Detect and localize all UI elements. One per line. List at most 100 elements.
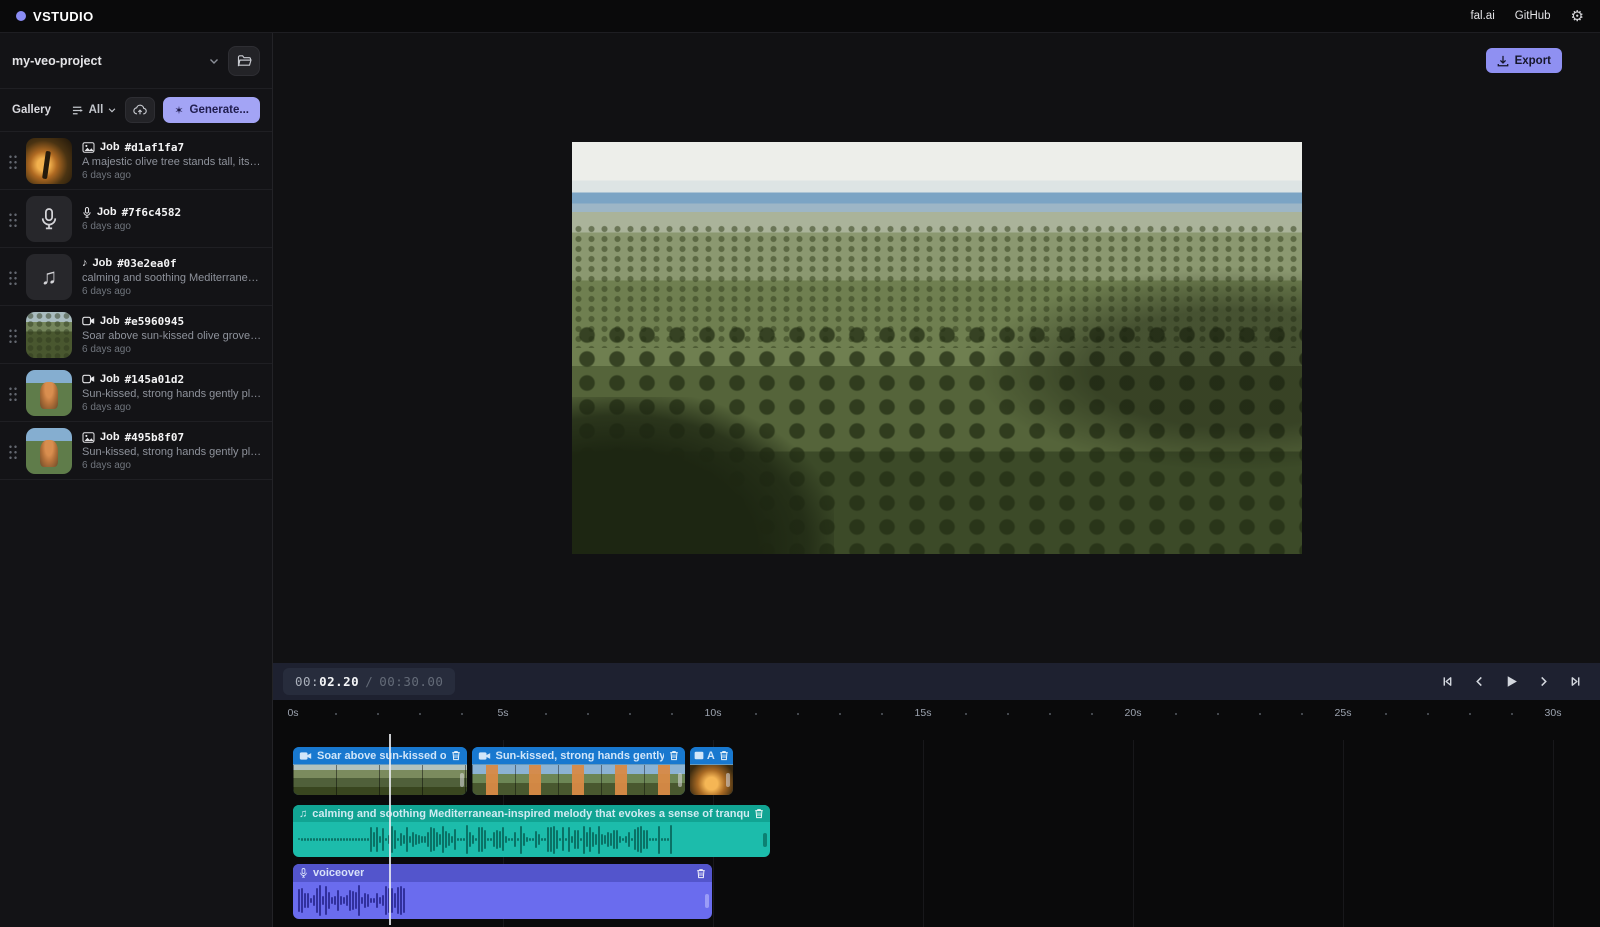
job-description: calming and soothing Mediterranean-… (82, 272, 264, 284)
cloud-upload-icon (133, 104, 147, 116)
job-list: Job #d1af1fa7 A majestic olive tree stan… (0, 131, 272, 480)
sidebar: my-veo-project Gallery All ✶ Generate... (0, 33, 273, 927)
ruler-label: 20s (1125, 707, 1142, 719)
ruler-tick (1175, 713, 1177, 715)
drag-handle-icon[interactable] (0, 327, 26, 343)
video-camera-icon (299, 751, 312, 761)
trash-icon (696, 868, 706, 879)
image-icon (82, 432, 95, 443)
job-timestamp: 6 days ago (82, 402, 264, 413)
step-forward-button[interactable] (1532, 671, 1554, 693)
job-list-item[interactable]: Job #7f6c4582 6 days ago (0, 190, 272, 248)
current-time: 02.20 (319, 674, 359, 689)
settings-gear-icon[interactable]: ⚙ (1571, 9, 1584, 24)
job-thumbnail (26, 196, 72, 242)
job-list-item[interactable]: ♫ ♪ Job #03e2ea0f calming and soothing M… (0, 248, 272, 306)
drag-handle-icon[interactable] (0, 211, 26, 227)
clip-resize-handle[interactable] (460, 773, 464, 787)
ruler-tick (1301, 713, 1303, 715)
timeline-clip-image[interactable]: A (690, 747, 733, 795)
skip-to-start-button[interactable] (1436, 671, 1458, 693)
project-name: my-veo-project (12, 54, 200, 68)
music-note-icon: ♫ (299, 808, 307, 820)
upload-button[interactable] (125, 97, 155, 123)
clip-resize-handle[interactable] (726, 773, 730, 787)
ruler-tick (1469, 713, 1471, 715)
clip-resize-handle[interactable] (705, 894, 709, 908)
ruler-tick (629, 713, 631, 715)
ruler-tick (671, 713, 673, 715)
skip-to-end-button[interactable] (1564, 671, 1586, 693)
ruler-tick (797, 713, 799, 715)
timeline-ruler[interactable]: 0s5s10s15s20s25s30s (273, 700, 1600, 740)
chevron-down-icon (107, 105, 117, 115)
job-description: A majestic olive tree stands tall, its… (82, 156, 261, 168)
waveform (293, 822, 770, 857)
step-back-button[interactable] (1468, 671, 1490, 693)
ruler-label: 0s (287, 707, 298, 719)
filmstrip (293, 765, 467, 795)
ruler-tick (1049, 713, 1051, 715)
job-timestamp: 6 days ago (82, 221, 181, 232)
drag-handle-icon[interactable] (0, 153, 26, 169)
ruler-tick (377, 713, 379, 715)
time-display: 00:02.20/00:30.00 (283, 668, 455, 695)
job-timestamp: 6 days ago (82, 170, 261, 181)
sparkle-icon: ✶ (174, 104, 183, 117)
delete-clip-button[interactable] (669, 750, 679, 761)
ruler-label: 5s (497, 707, 508, 719)
ruler-tick (881, 713, 883, 715)
top-bar: VSTUDIO fal.ai GitHub ⚙ (0, 0, 1600, 33)
clip-resize-handle[interactable] (678, 773, 682, 787)
timeline-toolbar: 00:02.20/00:30.00 (273, 663, 1600, 700)
link-fal-ai[interactable]: fal.ai (1470, 10, 1494, 22)
microphone-icon (39, 207, 59, 231)
job-timestamp: 6 days ago (82, 286, 264, 297)
gallery-filter-select[interactable]: All (72, 104, 118, 116)
ruler-label: 10s (705, 707, 722, 719)
ruler-tick (839, 713, 841, 715)
ruler-tick (419, 713, 421, 715)
ruler-tick (335, 713, 337, 715)
drag-handle-icon[interactable] (0, 443, 26, 459)
ruler-tick (1007, 713, 1009, 715)
open-project-folder-button[interactable] (228, 46, 260, 76)
timeline[interactable]: 0s5s10s15s20s25s30s Soar above sun-kisse… (273, 700, 1600, 927)
folder-icon (237, 54, 252, 67)
filter-icon (72, 105, 85, 116)
job-list-item[interactable]: Job #e5960945 Soar above sun-kissed oliv… (0, 306, 272, 364)
ruler-tick (755, 713, 757, 715)
job-thumbnail (26, 312, 72, 358)
timeline-clip-video[interactable]: Soar above sun-kissed olive (293, 747, 467, 795)
job-list-item[interactable]: Job #d1af1fa7 A majestic olive tree stan… (0, 132, 272, 190)
generate-button[interactable]: ✶ Generate... (163, 97, 260, 123)
trash-icon (669, 750, 679, 761)
job-list-item[interactable]: Job #495b8f07 Sun-kissed, strong hands g… (0, 422, 272, 480)
ruler-label: 25s (1335, 707, 1352, 719)
timeline-clip-music[interactable]: ♫ calming and soothing Mediterranean-ins… (293, 805, 770, 857)
grid-line (1343, 740, 1344, 927)
clip-resize-handle[interactable] (763, 833, 767, 847)
video-preview[interactable] (572, 142, 1302, 554)
delete-clip-button[interactable] (451, 750, 461, 761)
playhead[interactable] (389, 734, 391, 925)
drag-handle-icon[interactable] (0, 385, 26, 401)
total-time: 00:30.00 (379, 674, 443, 689)
job-thumbnail: ♫ (26, 254, 72, 300)
delete-clip-button[interactable] (754, 808, 764, 819)
export-button[interactable]: Export (1486, 48, 1562, 73)
project-chevron-down-icon[interactable] (208, 55, 220, 67)
job-list-item[interactable]: Job #145a01d2 Sun-kissed, strong hands g… (0, 364, 272, 422)
drag-handle-icon[interactable] (0, 269, 26, 285)
play-button[interactable] (1500, 671, 1522, 693)
delete-clip-button[interactable] (696, 868, 706, 879)
job-thumbnail (26, 138, 72, 184)
video-camera-icon (82, 316, 95, 326)
ruler-label: 15s (915, 707, 932, 719)
ruler-tick (1427, 713, 1429, 715)
preview-area: Export (273, 33, 1600, 663)
delete-clip-button[interactable] (719, 750, 729, 761)
link-github[interactable]: GitHub (1515, 10, 1551, 22)
timeline-clip-video[interactable]: Sun-kissed, strong hands gently plu (472, 747, 685, 795)
timeline-clip-voiceover[interactable]: voiceover (293, 864, 712, 919)
